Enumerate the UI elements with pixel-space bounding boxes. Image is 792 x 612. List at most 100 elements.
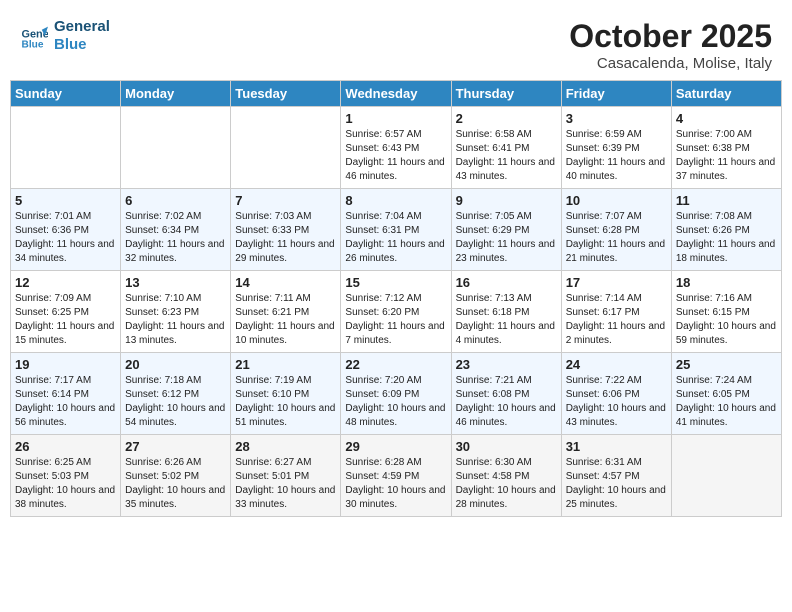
day-info: Sunrise: 7:21 AM Sunset: 6:08 PM Dayligh… [456, 374, 557, 430]
calendar-cell: 24 Sunrise: 7:22 AM Sunset: 6:06 PM Dayli… [561, 353, 671, 435]
calendar-cell: 6 Sunrise: 7:02 AM Sunset: 6:34 PM Daylig… [121, 189, 231, 271]
calendar-cell: 21 Sunrise: 7:19 AM Sunset: 6:10 PM Dayli… [231, 353, 341, 435]
calendar-cell: 27Sunrise: 6:26 AM Sunset: 5:02 PM Dayli… [121, 435, 231, 517]
day-info: Sunrise: 6:26 AM Sunset: 5:02 PM Dayligh… [125, 456, 226, 512]
day-number: 30 [456, 439, 557, 454]
page-header: General Blue General Blue October 2025 C… [10, 10, 782, 76]
day-number: 11 [676, 193, 777, 208]
day-info: Sunrise: 7:17 AM Sunset: 6:14 PM Dayligh… [15, 374, 116, 430]
calendar-table: SundayMondayTuesdayWednesdayThursdayFrid… [10, 80, 782, 517]
day-info: Sunrise: 7:08 AM Sunset: 6:26 PM Dayligh… [676, 210, 777, 266]
day-number: 16 [456, 275, 557, 290]
logo-line2: Blue [54, 36, 110, 54]
day-number: 22 [345, 357, 446, 372]
day-number: 2 [456, 111, 557, 126]
day-number: 20 [125, 357, 226, 372]
day-info: Sunrise: 7:02 AM Sunset: 6:34 PM Dayligh… [125, 210, 226, 266]
calendar-cell: 31 Sunrise: 6:31 AM Sunset: 4:57 PM Dayli… [561, 435, 671, 517]
day-info: Sunrise: 7:03 AM Sunset: 6:33 PM Dayligh… [235, 210, 336, 266]
calendar-cell: 26Sunrise: 6:25 AM Sunset: 5:03 PM Dayli… [11, 435, 121, 517]
day-number: 29 [345, 439, 446, 454]
day-number: 26 [15, 439, 116, 454]
calendar-cell: 22 Sunrise: 7:20 AM Sunset: 6:09 PM Dayli… [341, 353, 451, 435]
day-info: Sunrise: 6:30 AM Sunset: 4:58 PM Dayligh… [456, 456, 557, 512]
day-number: 31 [566, 439, 667, 454]
day-number: 15 [345, 275, 446, 290]
day-number: 17 [566, 275, 667, 290]
day-number: 23 [456, 357, 557, 372]
day-info: Sunrise: 6:31 AM Sunset: 4:57 PM Dayligh… [566, 456, 667, 512]
calendar-cell: 7 Sunrise: 7:03 AM Sunset: 6:33 PM Daylig… [231, 189, 341, 271]
calendar-cell: 14Sunrise: 7:11 AM Sunset: 6:21 PM Dayli… [231, 271, 341, 353]
day-number: 13 [125, 275, 226, 290]
calendar-cell: 4 Sunrise: 7:00 AM Sunset: 6:38 PM Daylig… [671, 107, 781, 189]
day-number: 24 [566, 357, 667, 372]
day-info: Sunrise: 6:58 AM Sunset: 6:41 PM Dayligh… [456, 128, 557, 184]
day-number: 18 [676, 275, 777, 290]
calendar-cell: 8 Sunrise: 7:04 AM Sunset: 6:31 PM Daylig… [341, 189, 451, 271]
day-info: Sunrise: 7:12 AM Sunset: 6:20 PM Dayligh… [345, 292, 446, 348]
day-info: Sunrise: 6:27 AM Sunset: 5:01 PM Dayligh… [235, 456, 336, 512]
calendar-cell: 13Sunrise: 7:10 AM Sunset: 6:23 PM Dayli… [121, 271, 231, 353]
day-info: Sunrise: 7:19 AM Sunset: 6:10 PM Dayligh… [235, 374, 336, 430]
day-number: 12 [15, 275, 116, 290]
day-info: Sunrise: 7:20 AM Sunset: 6:09 PM Dayligh… [345, 374, 446, 430]
calendar-cell: 20Sunrise: 7:18 AM Sunset: 6:12 PM Dayli… [121, 353, 231, 435]
calendar-cell: 2 Sunrise: 6:58 AM Sunset: 6:41 PM Daylig… [451, 107, 561, 189]
day-info: Sunrise: 6:57 AM Sunset: 6:43 PM Dayligh… [345, 128, 446, 184]
day-number: 9 [456, 193, 557, 208]
day-info: Sunrise: 7:00 AM Sunset: 6:38 PM Dayligh… [676, 128, 777, 184]
calendar-cell: 12 Sunrise: 7:09 AM Sunset: 6:25 PM Dayli… [11, 271, 121, 353]
day-number: 1 [345, 111, 446, 126]
calendar-cell: 28 Sunrise: 6:27 AM Sunset: 5:01 PM Dayli… [231, 435, 341, 517]
day-number: 10 [566, 193, 667, 208]
calendar-cell: 30 Sunrise: 6:30 AM Sunset: 4:58 PM Dayli… [451, 435, 561, 517]
calendar-cell: 25Sunrise: 7:24 AM Sunset: 6:05 PM Dayli… [671, 353, 781, 435]
calendar-cell: 18 Sunrise: 7:16 AM Sunset: 6:15 PM Dayli… [671, 271, 781, 353]
day-info: Sunrise: 7:22 AM Sunset: 6:06 PM Dayligh… [566, 374, 667, 430]
calendar-cell: 15 Sunrise: 7:12 AM Sunset: 6:20 PM Dayli… [341, 271, 451, 353]
day-info: Sunrise: 7:05 AM Sunset: 6:29 PM Dayligh… [456, 210, 557, 266]
day-number: 7 [235, 193, 336, 208]
day-info: Sunrise: 7:04 AM Sunset: 6:31 PM Dayligh… [345, 210, 446, 266]
day-number: 3 [566, 111, 667, 126]
day-number: 6 [125, 193, 226, 208]
day-info: Sunrise: 7:07 AM Sunset: 6:28 PM Dayligh… [566, 210, 667, 266]
month-title: October 2025 [569, 18, 772, 55]
calendar-cell: 1 Sunrise: 6:57 AM Sunset: 6:43 PM Daylig… [341, 107, 451, 189]
logo-icon: General Blue [20, 22, 48, 50]
day-number: 19 [15, 357, 116, 372]
calendar-cell [231, 107, 341, 189]
calendar-cell: 29 Sunrise: 6:28 AM Sunset: 4:59 PM Dayli… [341, 435, 451, 517]
calendar-cell [671, 435, 781, 517]
day-info: Sunrise: 7:16 AM Sunset: 6:15 PM Dayligh… [676, 292, 777, 348]
day-info: Sunrise: 7:09 AM Sunset: 6:25 PM Dayligh… [15, 292, 116, 348]
day-number: 8 [345, 193, 446, 208]
location-subtitle: Casacalenda, Molise, Italy [569, 55, 772, 72]
calendar-cell: 17 Sunrise: 7:14 AM Sunset: 6:17 PM Dayli… [561, 271, 671, 353]
calendar-cell [11, 107, 121, 189]
day-info: Sunrise: 7:11 AM Sunset: 6:21 PM Dayligh… [235, 292, 336, 348]
weekday-header-wednesday: Wednesday [341, 81, 451, 107]
calendar-cell: 10 Sunrise: 7:07 AM Sunset: 6:28 PM Dayli… [561, 189, 671, 271]
calendar-cell: 16 Sunrise: 7:13 AM Sunset: 6:18 PM Dayli… [451, 271, 561, 353]
day-number: 4 [676, 111, 777, 126]
day-number: 21 [235, 357, 336, 372]
day-info: Sunrise: 7:24 AM Sunset: 6:05 PM Dayligh… [676, 374, 777, 430]
weekday-header-tuesday: Tuesday [231, 81, 341, 107]
day-info: Sunrise: 6:28 AM Sunset: 4:59 PM Dayligh… [345, 456, 446, 512]
day-number: 5 [15, 193, 116, 208]
day-number: 28 [235, 439, 336, 454]
day-info: Sunrise: 7:14 AM Sunset: 6:17 PM Dayligh… [566, 292, 667, 348]
title-block: October 2025 Casacalenda, Molise, Italy [569, 18, 772, 72]
weekday-header-monday: Monday [121, 81, 231, 107]
weekday-header-sunday: Sunday [11, 81, 121, 107]
logo-line1: General [54, 18, 110, 36]
calendar-cell: 5Sunrise: 7:01 AM Sunset: 6:36 PM Daylig… [11, 189, 121, 271]
calendar-cell: 3 Sunrise: 6:59 AM Sunset: 6:39 PM Daylig… [561, 107, 671, 189]
calendar-cell [121, 107, 231, 189]
svg-text:Blue: Blue [22, 40, 44, 50]
weekday-header-thursday: Thursday [451, 81, 561, 107]
day-info: Sunrise: 7:13 AM Sunset: 6:18 PM Dayligh… [456, 292, 557, 348]
day-info: Sunrise: 6:59 AM Sunset: 6:39 PM Dayligh… [566, 128, 667, 184]
